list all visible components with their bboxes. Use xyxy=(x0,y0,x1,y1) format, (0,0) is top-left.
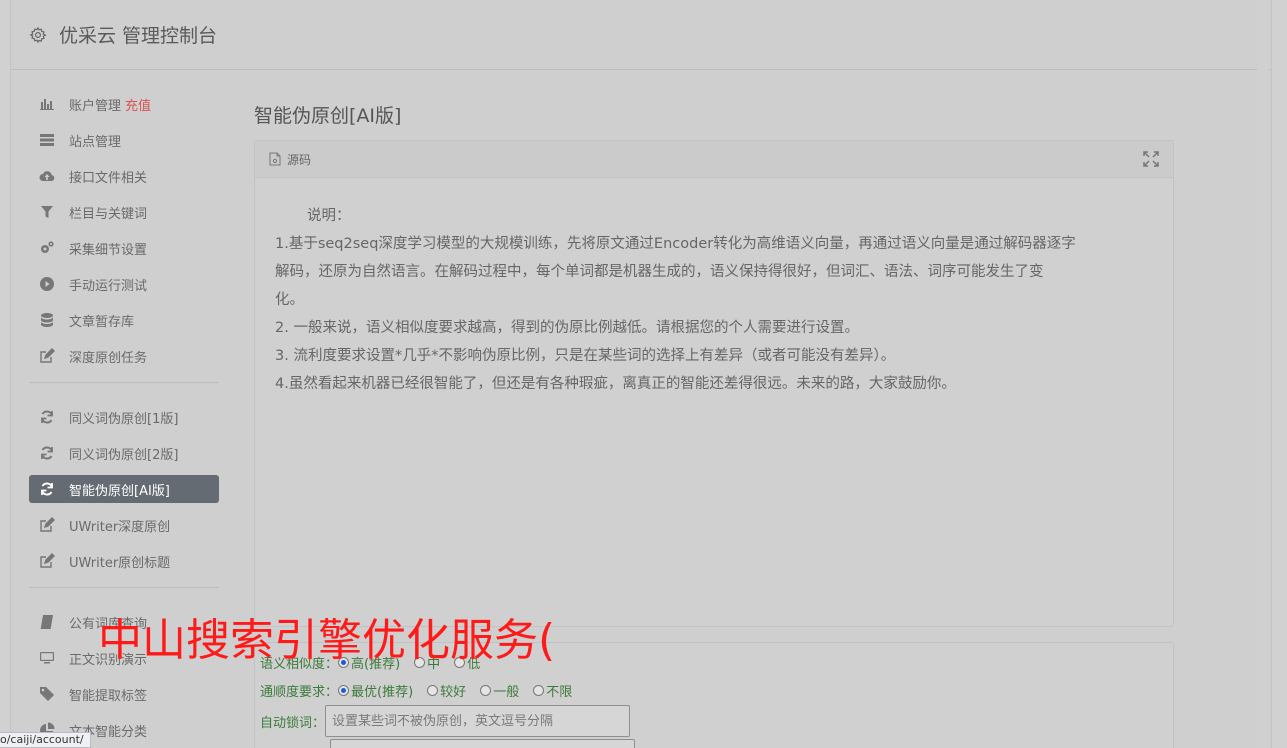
sidebar-item-label: 智能提取标签 xyxy=(69,688,148,704)
fluency-option[interactable]: 不限 xyxy=(533,681,572,700)
intro-label: 说明： xyxy=(307,208,351,224)
description-line: 解码，还原为自然语言。在解码过程中，每个单词都是机器生成的，语义保持得很好，但词… xyxy=(275,264,1044,280)
sidebar-divider xyxy=(29,587,219,588)
sidebar-item[interactable]: 深度原创任务 xyxy=(29,342,219,370)
lock-label: 自动锁词： xyxy=(260,715,326,731)
monitor-icon xyxy=(39,650,55,666)
fluency-option[interactable]: 最优(推荐) xyxy=(338,681,413,700)
radio-button[interactable] xyxy=(427,685,439,696)
description-line: 1.基于seq2seq深度学习模型的大规模训练，先将原文通过Encoder转化为… xyxy=(275,236,1076,252)
page-title: 智能伪原创[AI版] xyxy=(254,105,402,127)
sidebar-item[interactable]: 手动运行测试 xyxy=(29,270,219,298)
fluency-row: 通顺度要求： 最优(推荐) 较好 一般 不限 xyxy=(260,681,586,700)
cloud-upload-icon xyxy=(39,168,55,184)
option-label: 一般 xyxy=(493,685,520,700)
sidebar-item-label: 智能伪原创[AI版] xyxy=(69,483,170,499)
sidebar-item-label: 采集细节设置 xyxy=(69,242,148,258)
sidebar-item[interactable]: 采集细节设置 xyxy=(29,234,219,262)
panel-header: 源码 xyxy=(255,141,1173,178)
play-circle-icon xyxy=(39,276,55,292)
panel-title: 源码 xyxy=(287,152,312,167)
sidebar-item-label: 深度原创任务 xyxy=(69,350,148,366)
sidebar-item[interactable]: 同义词伪原创[1版] xyxy=(29,403,219,431)
sidebar-item-label: UWriter深度原创 xyxy=(69,519,171,535)
gears-icon xyxy=(39,240,55,256)
book-icon xyxy=(39,614,55,630)
status-url: o/caiji/account/ xyxy=(0,732,91,748)
tag-icon xyxy=(39,686,55,702)
description-line: 化。 xyxy=(275,292,304,308)
sidebar-item[interactable]: UWriter原创标题 xyxy=(29,547,219,575)
panel-body: 说明： 1.基于seq2seq深度学习模型的大规模训练，先将原文通过Encode… xyxy=(255,178,1173,398)
refresh-icon xyxy=(39,409,55,425)
radio-button[interactable] xyxy=(338,685,350,696)
sidebar-item[interactable]: 栏目与关键词 xyxy=(29,198,219,226)
sidebar-item[interactable]: 接口文件相关 xyxy=(29,162,219,190)
source-panel: 源码 说明： 1.基于seq2seq深度学习模型的大规模训练，先将原文通过Enc… xyxy=(254,140,1174,627)
sidebar-item-label: 账户管理 xyxy=(69,98,122,114)
sidebar-divider xyxy=(29,382,219,383)
fluency-option[interactable]: 较好 xyxy=(427,681,466,700)
sidebar-item-label: 栏目与关键词 xyxy=(69,206,148,222)
description-line: 3. 流利度要求设置*几乎*不影响伪原比例，只是在某些词的选择上有差异（或者可能… xyxy=(275,348,896,364)
option-label: 不限 xyxy=(546,685,573,700)
sidebar-item-label: 站点管理 xyxy=(69,134,122,150)
sidebar-item-label: 手动运行测试 xyxy=(69,278,148,294)
edit-icon xyxy=(39,348,55,364)
sidebar-item[interactable]: 智能伪原创[AI版] xyxy=(29,475,219,503)
sidebar-item[interactable]: 文章暂存库 xyxy=(29,306,219,334)
sidebar-item[interactable]: 账户管理 充值 xyxy=(29,90,219,118)
sidebar-item-label: 同义词伪原创[1版] xyxy=(69,411,179,427)
filter-icon xyxy=(39,204,55,220)
secondary-input[interactable] xyxy=(330,739,635,748)
sidebar-item-label: 文章暂存库 xyxy=(69,314,135,330)
option-label: 较好 xyxy=(440,685,467,700)
fluency-option[interactable]: 一般 xyxy=(480,681,519,700)
radio-button[interactable] xyxy=(533,685,545,696)
document-icon xyxy=(269,152,281,166)
header: 优采云 管理控制台 xyxy=(11,0,1271,70)
sidebar-item[interactable]: 同义词伪原创[2版] xyxy=(29,439,219,467)
database-icon xyxy=(39,312,55,328)
sidebar-item-label: 接口文件相关 xyxy=(69,170,148,186)
edit-icon xyxy=(39,517,55,533)
description-line: 4.虽然看起来机器已经很智能了，但还是有各种瑕疵，离真正的智能还差得很远。未来的… xyxy=(275,376,956,392)
fluency-label: 通顺度要求： xyxy=(260,685,339,700)
sidebar-item[interactable]: UWriter深度原创 xyxy=(29,511,219,539)
gear-icon xyxy=(29,26,47,43)
overlay-text: 中山搜索引擎优化服务( xyxy=(98,615,556,666)
refresh-icon xyxy=(39,445,55,461)
radio-button[interactable] xyxy=(480,685,492,696)
scrollbar[interactable] xyxy=(1257,0,1269,748)
bar-chart-icon xyxy=(39,96,55,112)
option-label: 最优(推荐) xyxy=(351,685,414,700)
sidebar-item[interactable]: 智能提取标签 xyxy=(29,680,219,708)
recharge-link[interactable]: 充值 xyxy=(125,95,151,114)
sidebar-item-label: 同义词伪原创[2版] xyxy=(69,447,179,463)
sidebar-item-label: UWriter原创标题 xyxy=(69,555,171,571)
lock-row: 自动锁词： xyxy=(260,705,631,737)
lock-words-input[interactable] xyxy=(325,705,631,737)
list-icon xyxy=(39,132,55,148)
sidebar-item[interactable]: 站点管理 xyxy=(29,126,219,154)
refresh-icon xyxy=(39,481,55,497)
edit-icon xyxy=(39,553,55,569)
expand-icon[interactable] xyxy=(1143,151,1159,167)
description-line: 2. 一般来说，语义相似度要求越高，得到的伪原比例越低。请根据您的个人需要进行设… xyxy=(275,320,859,336)
app-title: 优采云 管理控制台 xyxy=(59,25,218,47)
